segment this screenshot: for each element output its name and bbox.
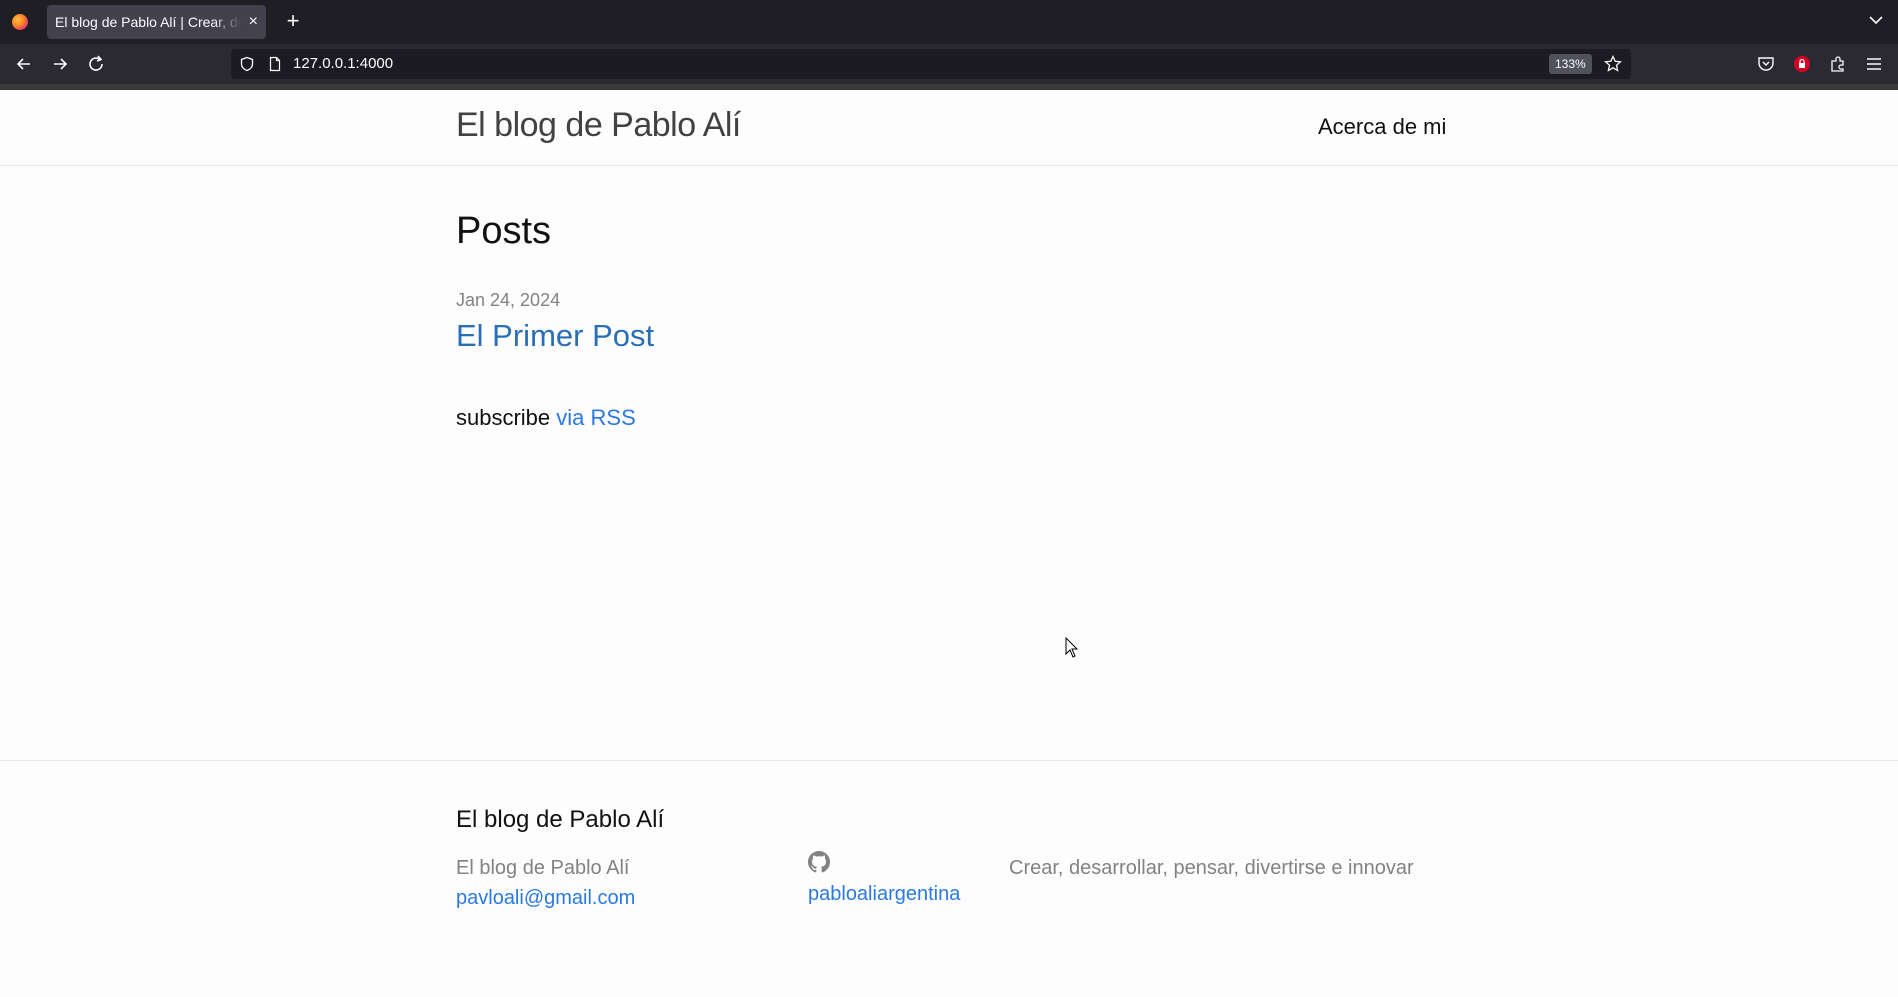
forward-icon[interactable] [48, 52, 72, 76]
page-icon[interactable] [267, 56, 283, 72]
github-icon[interactable] [808, 851, 830, 873]
rss-link[interactable]: via RSS [556, 405, 635, 430]
extension-lock-icon[interactable] [1792, 54, 1812, 74]
url-bar[interactable]: 127.0.0.1:4000 133% [231, 49, 1631, 79]
site-title-link[interactable]: El blog de Pablo Alí [456, 106, 741, 145]
star-icon[interactable] [1603, 54, 1623, 74]
post-date: Jan 24, 2024 [456, 290, 561, 310]
subscribe-line: subscribe via RSS [456, 405, 636, 431]
reload-icon[interactable] [84, 52, 108, 76]
posts-heading: Posts [456, 210, 552, 252]
post-title-link[interactable]: El Primer Post [456, 318, 654, 354]
chevron-down-icon[interactable] [1866, 10, 1886, 30]
footer-heading: El blog de Pablo Alí [456, 806, 665, 833]
back-icon[interactable] [12, 52, 36, 76]
zoom-level-button[interactable]: 133% [1549, 54, 1592, 74]
menu-icon[interactable] [1864, 54, 1884, 74]
browser-nav-bar: 127.0.0.1:4000 133% [0, 44, 1898, 84]
footer-github-link[interactable]: pabloaliargentina [808, 883, 960, 905]
firefox-icon [12, 14, 28, 30]
pocket-icon[interactable] [1756, 54, 1776, 74]
shield-icon[interactable] [239, 56, 255, 72]
footer-contact-column: El blog de Pablo Alí pavloali@gmail.com [456, 853, 635, 913]
tab-title: El blog de Pablo Alí | Crear, desarrolla… [55, 14, 241, 30]
new-tab-button[interactable]: + [280, 8, 306, 34]
footer-description: Crear, desarrollar, pensar, divertirse e… [1009, 857, 1414, 879]
site-header: El blog de Pablo Alí Acerca de mi [0, 90, 1898, 166]
footer-social-column: pabloaliargentina [808, 851, 960, 909]
footer-author-name: El blog de Pablo Alí [456, 857, 630, 879]
tab-close-button[interactable]: × [249, 5, 258, 39]
url-text[interactable]: 127.0.0.1:4000 [293, 49, 393, 79]
browser-tab-active[interactable]: El blog de Pablo Alí | Crear, desarrolla… [47, 5, 266, 39]
browser-tab-bar: El blog de Pablo Alí | Crear, desarrolla… [0, 0, 1898, 44]
site-footer: El blog de Pablo Alí El blog de Pablo Al… [0, 760, 1898, 997]
footer-email-link[interactable]: pavloali@gmail.com [456, 887, 635, 909]
page-content: El blog de Pablo Alí Acerca de mi Posts … [0, 90, 1898, 997]
subscribe-text: subscribe [456, 405, 551, 430]
mouse-cursor-icon [1065, 637, 1079, 658]
extensions-icon[interactable] [1828, 54, 1848, 74]
nav-link-about[interactable]: Acerca de mi [1318, 114, 1446, 140]
